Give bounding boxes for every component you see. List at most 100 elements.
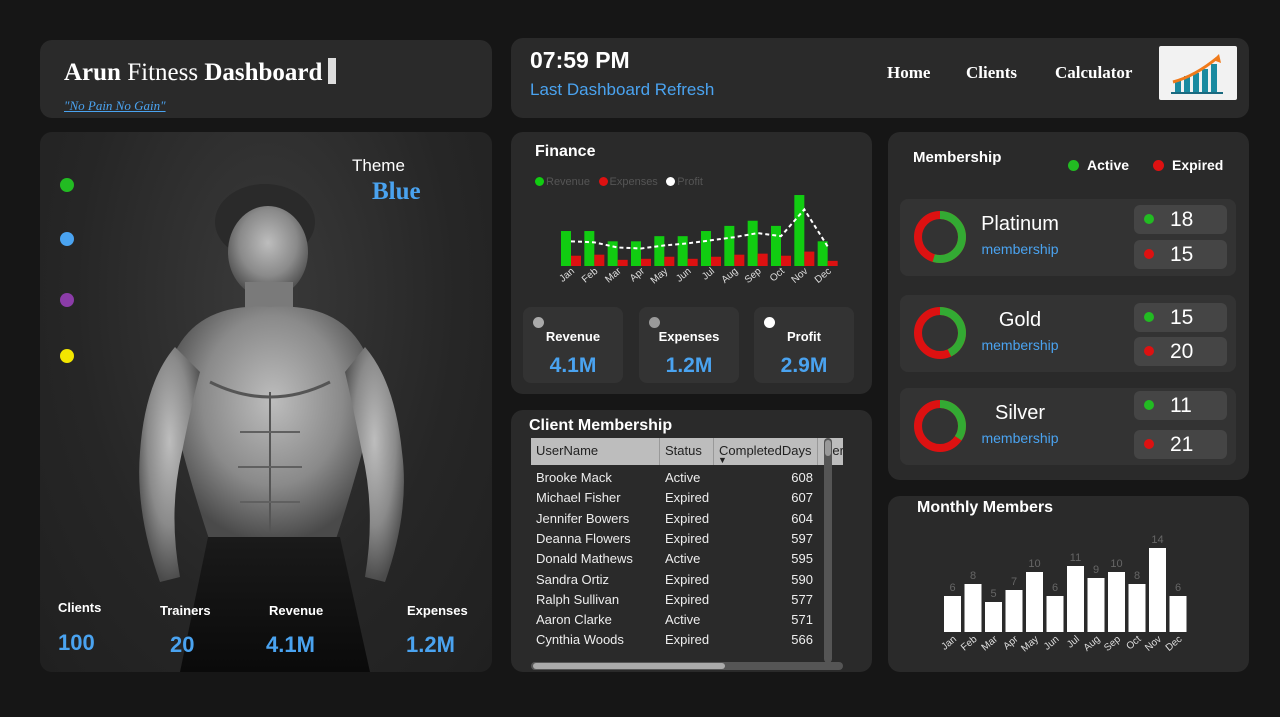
kpi-expenses-card: Expenses 1.2M: [639, 307, 739, 383]
legend-expired: Expired: [1153, 157, 1223, 173]
kpi-revenue-value: 4.1M: [549, 354, 597, 377]
hero-panel: Theme Blue Clients 100 Trainers 20 Reven…: [40, 132, 492, 672]
kpi-profit-label: Profit: [787, 329, 821, 344]
theme-green-option[interactable]: [60, 178, 74, 192]
data-label: 8: [970, 570, 976, 582]
stat-revenue-value: 4.1M: [266, 632, 315, 657]
cell-status: Expired: [665, 510, 710, 526]
horizontal-scroll-thumb[interactable]: [533, 663, 725, 669]
data-label: 8: [1134, 570, 1140, 582]
data-label: 6: [1175, 582, 1181, 594]
profit-dot-icon: [764, 317, 775, 328]
theme-yellow-option[interactable]: [60, 349, 74, 363]
active-count-box: 11: [1134, 391, 1227, 420]
data-label: 10: [1028, 558, 1040, 570]
nav-calculator[interactable]: Calculator: [1055, 63, 1132, 83]
tier-platinum: Platinum membership 18 15: [900, 199, 1236, 276]
x-tick-label: Sep: [743, 266, 764, 286]
expenses-bar: [804, 251, 815, 266]
theme-purple-option[interactable]: [60, 293, 74, 307]
cell-username: Ralph Sullivan: [536, 591, 620, 607]
expenses-bar: [664, 256, 675, 266]
x-tick-label: Jun: [674, 266, 693, 285]
stat-expenses-label: Expenses: [407, 603, 468, 618]
motto-link[interactable]: "No Pain No Gain": [64, 98, 166, 114]
expenses-bar: [571, 255, 581, 266]
cursor-icon: [328, 58, 337, 84]
tier-gold: Gold membership 15 20: [900, 295, 1236, 372]
table-row[interactable]: Sandra Ortiz Expired 590: [531, 570, 843, 590]
table-row[interactable]: Ralph Sullivan Expired 577: [531, 590, 843, 610]
cell-completeddays: 597: [791, 530, 813, 546]
expired-dot-icon: [1144, 249, 1154, 259]
expenses-bar: [617, 259, 628, 266]
monthly-members-chart: 6 Jan 8 Feb 5 Mar 7 Apr 10 May 6 Jun 11 Jul 9 Aug 10 Sep 8…: [940, 534, 1187, 655]
cell-completeddays: 590: [791, 571, 813, 587]
table-row[interactable]: Michael Fisher Expired 607: [531, 488, 843, 508]
finance-legend: Revenue Expenses Profit: [535, 173, 707, 191]
active-dot-icon: [1144, 214, 1154, 224]
vertical-scroll-thumb[interactable]: [825, 440, 831, 456]
expired-count-box: 21: [1134, 430, 1227, 459]
expenses-bar: [781, 255, 791, 266]
cell-completeddays: 604: [791, 510, 813, 526]
tier-name: Platinum: [981, 213, 1059, 235]
theme-blue-option[interactable]: [60, 232, 74, 246]
revenue-bar: [724, 225, 735, 266]
kpi-profit-value: 2.9M: [780, 354, 828, 377]
finance-title: Finance: [535, 143, 596, 160]
stat-clients-label: Clients: [58, 600, 102, 615]
title-panel: Arun Fitness Dashboard "No Pain No Gain": [40, 40, 492, 118]
member-bar: [1108, 572, 1125, 632]
x-tick-label: Dec: [813, 266, 834, 286]
platinum-donut-chart: [914, 211, 966, 263]
table-row[interactable]: Deanna Flowers Expired 597: [531, 529, 843, 549]
stat-expenses-value: 1.2M: [406, 632, 455, 657]
cell-status: Active: [665, 551, 701, 567]
x-tick-label: Feb: [959, 634, 980, 654]
x-tick-label: May: [649, 266, 671, 287]
legend-active: Active: [1068, 157, 1129, 173]
x-tick-label: Dec: [1164, 634, 1185, 654]
table-row[interactable]: Aaron Clarke Active 571: [531, 610, 843, 630]
revenue-bar: [677, 236, 688, 266]
expenses-bar: [687, 258, 698, 266]
member-bar: [1046, 596, 1064, 632]
kpi-expenses-label: Expenses: [658, 329, 720, 344]
cell-completeddays: 608: [791, 470, 813, 485]
col-status[interactable]: Status: [660, 438, 714, 465]
finance-panel: Finance Revenue Expenses Profit Jan Feb Ma…: [511, 132, 872, 394]
vertical-scrollbar[interactable]: [824, 438, 832, 663]
active-dot-icon: [1144, 400, 1154, 410]
table-header: UserName Status CompletedDays ▼ Rer: [531, 438, 843, 465]
growth-chart-logo-icon[interactable]: [1159, 46, 1237, 100]
col-username[interactable]: UserName: [531, 438, 660, 465]
x-tick-label: Aug: [720, 266, 741, 286]
x-tick-label: Mar: [980, 633, 1001, 653]
expired-count-box: 15: [1134, 240, 1227, 269]
x-tick-label: Mar: [603, 265, 624, 285]
stat-revenue-label: Revenue: [269, 603, 324, 618]
table-row[interactable]: Brooke Mack Active 608: [531, 468, 843, 488]
nav-clients[interactable]: Clients: [966, 63, 1017, 83]
finance-chart: Jan Feb Mar Apr May Jun Jul Aug Sep Oct Nov Dec: [558, 195, 838, 287]
legend-revenue: Revenue: [535, 176, 590, 188]
refresh-label: Last Dashboard Refresh: [530, 80, 715, 99]
table-row[interactable]: Cynthia Woods Expired 566: [531, 630, 843, 650]
col-completeddays[interactable]: CompletedDays ▼: [714, 438, 818, 465]
horizontal-scrollbar[interactable]: [531, 662, 843, 670]
table-row[interactable]: Donald Mathews Active 595: [531, 549, 843, 569]
x-tick-label: Jun: [1042, 634, 1061, 653]
data-label: 6: [1052, 582, 1058, 594]
cell-status: Active: [665, 470, 701, 485]
x-tick-label: May: [1019, 634, 1041, 655]
stat-trainers-label: Trainers: [160, 603, 211, 618]
cell-username: Donald Mathews: [536, 551, 633, 567]
cell-completeddays: 577: [791, 591, 813, 607]
expired-dot-icon: [1144, 346, 1154, 356]
nav-home[interactable]: Home: [887, 63, 930, 83]
expired-dot-icon: [1144, 439, 1154, 449]
current-time: 07:59 PM: [530, 47, 630, 73]
kpi-revenue-card: Revenue 4.1M: [523, 307, 623, 383]
table-row[interactable]: Jennifer Bowers Expired 604: [531, 509, 843, 529]
